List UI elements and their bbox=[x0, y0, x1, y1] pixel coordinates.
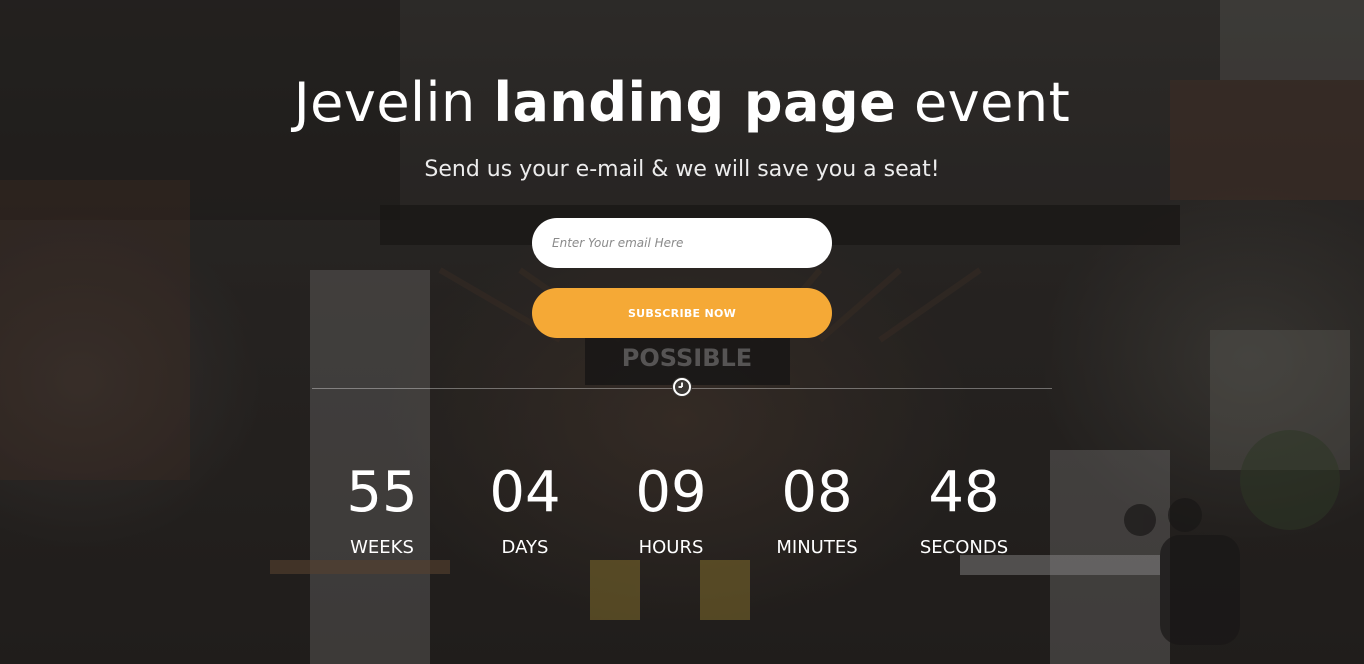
title-part-2: event bbox=[913, 71, 1071, 134]
weeks-value: 55 bbox=[346, 460, 418, 525]
countdown-timer: 55 WEEKS 04 DAYS 09 HOURS 08 MINUTES 48 … bbox=[0, 455, 1364, 575]
hours-label: HOURS bbox=[638, 537, 704, 558]
subscribe-button[interactable]: SUBSCRIBE NOW bbox=[532, 288, 832, 338]
minutes-value: 08 bbox=[781, 460, 853, 525]
days-label: DAYS bbox=[501, 537, 549, 558]
countdown-hours: 09 HOURS bbox=[606, 455, 736, 561]
hours-value: 09 bbox=[635, 460, 707, 525]
page-subtitle: Send us your e-mail & we will save you a… bbox=[424, 157, 940, 182]
hero-content: Jevelin landing page event Send us your … bbox=[0, 0, 1364, 664]
countdown-minutes: 08 MINUTES bbox=[752, 455, 882, 561]
hero-section: POSSIBLE Jevelin landing page event Send… bbox=[0, 0, 1364, 664]
countdown-seconds: 48 SECONDS bbox=[899, 455, 1029, 561]
countdown-weeks: 55 WEEKS bbox=[317, 455, 447, 561]
seconds-label: SECONDS bbox=[919, 537, 1009, 558]
title-part-1: Jevelin bbox=[293, 71, 476, 134]
page-title: Jevelin landing page event bbox=[0, 68, 1364, 138]
title-bold-part: landing page bbox=[493, 71, 897, 134]
minutes-label: MINUTES bbox=[776, 537, 858, 558]
seconds-value: 48 bbox=[928, 460, 1000, 525]
email-input[interactable] bbox=[532, 218, 832, 268]
days-value: 04 bbox=[489, 460, 561, 525]
clock-icon bbox=[672, 377, 692, 397]
countdown-days: 04 DAYS bbox=[460, 455, 590, 561]
weeks-label: WEEKS bbox=[350, 537, 414, 558]
